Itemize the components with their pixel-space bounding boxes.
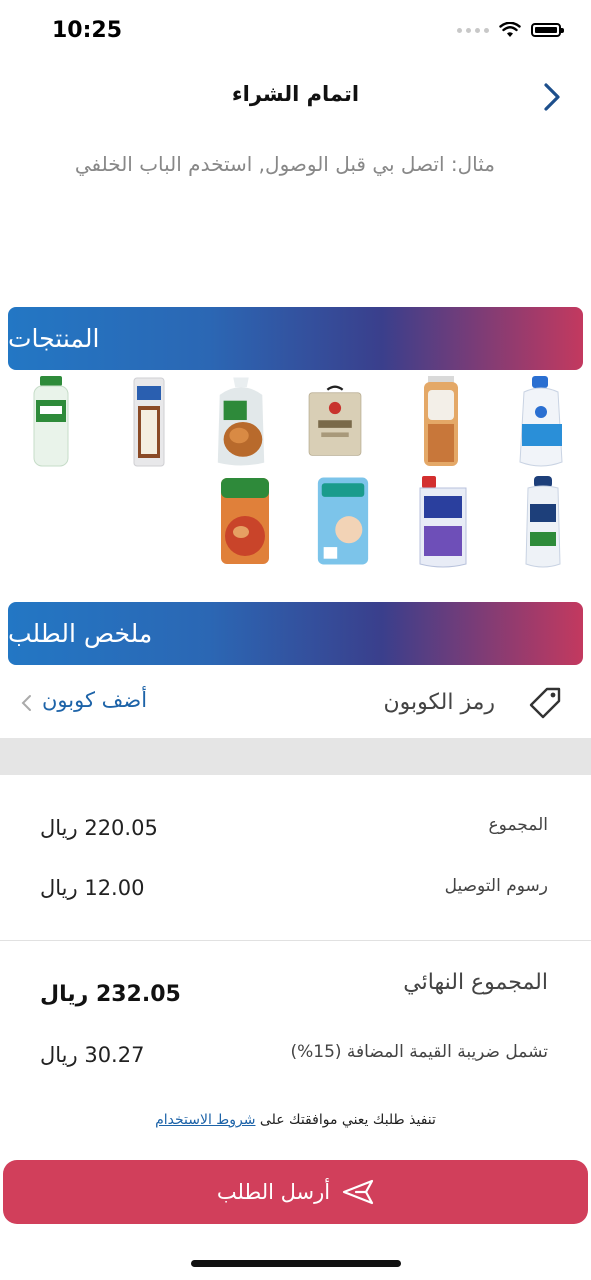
status-icons — [457, 22, 564, 38]
products-header: المنتجات — [8, 307, 583, 370]
status-time: 10:25 — [52, 18, 123, 43]
delivery-fee-value: 12.00 ريال — [40, 876, 145, 900]
signal-icon — [457, 27, 489, 33]
terms-notice: تنفيذ طلبك يعني موافقتك على شروط الاستخد… — [0, 1112, 591, 1128]
tag-icon — [527, 685, 563, 721]
product-rice[interactable] — [306, 378, 364, 468]
dettol-bottle-icon — [33, 376, 69, 467]
dac-bottle-icon — [419, 476, 467, 568]
submit-order-button[interactable]: أرسل الطلب — [3, 1160, 588, 1224]
product-pampers[interactable] — [314, 477, 372, 568]
final-total-label: المجموع النهائي — [403, 970, 548, 995]
chicken-icon — [217, 377, 265, 466]
send-icon — [342, 1179, 374, 1205]
product-chicken[interactable] — [212, 377, 270, 468]
wifi-icon — [499, 22, 521, 37]
bread-icon — [424, 376, 458, 466]
coupon-code-label: رمز الكوبون — [383, 690, 495, 715]
milk-bottle-icon — [519, 376, 563, 467]
product-milk[interactable] — [512, 376, 570, 468]
chevron-left-icon — [20, 694, 34, 712]
section-separator — [0, 738, 591, 775]
order-summary-header: ملخص الطلب — [8, 602, 583, 665]
product-bread[interactable] — [412, 376, 470, 468]
vat-value: 30.27 ريال — [40, 1043, 145, 1067]
submit-order-label: أرسل الطلب — [216, 1180, 331, 1204]
back-button[interactable] — [537, 80, 567, 114]
product-foul-can[interactable] — [216, 478, 274, 568]
product-dettol[interactable] — [22, 376, 80, 468]
chevron-right-icon — [544, 83, 560, 111]
foul-can-icon — [221, 478, 269, 564]
subtotal-label: المجموع — [488, 815, 548, 835]
rice-bag-icon — [308, 385, 362, 456]
home-indicator — [191, 1260, 401, 1267]
products-header-label: المنتجات — [8, 324, 100, 353]
product-shampoo[interactable] — [514, 476, 572, 568]
subtotal-value: 220.05 ريال — [40, 816, 158, 840]
ice-cream-sandwich-icon — [133, 377, 165, 467]
order-summary-header-label: ملخص الطلب — [8, 619, 153, 648]
final-total-value: 232.05 ريال — [40, 982, 181, 1007]
divider — [0, 940, 591, 941]
shampoo-bottle-icon — [525, 476, 561, 568]
product-ice-cream[interactable] — [120, 377, 178, 468]
terms-link[interactable]: شروط الاستخدام — [155, 1112, 255, 1128]
pampers-pack-icon — [317, 477, 369, 565]
terms-text: تنفيذ طلبك يعني موافقتك على — [259, 1112, 436, 1128]
add-coupon-button[interactable]: أضف كوبون — [42, 688, 147, 712]
delivery-fee-label: رسوم التوصيل — [444, 876, 548, 896]
battery-icon — [531, 23, 564, 37]
vat-label: تشمل ضريبة القيمة المضافة (15%) — [290, 1042, 548, 1062]
product-dac[interactable] — [414, 476, 472, 568]
page-title: اتمام الشراء — [231, 82, 360, 106]
delivery-note-input[interactable]: مثال: اتصل بي قبل الوصول, استخدم الباب ا… — [65, 140, 495, 189]
